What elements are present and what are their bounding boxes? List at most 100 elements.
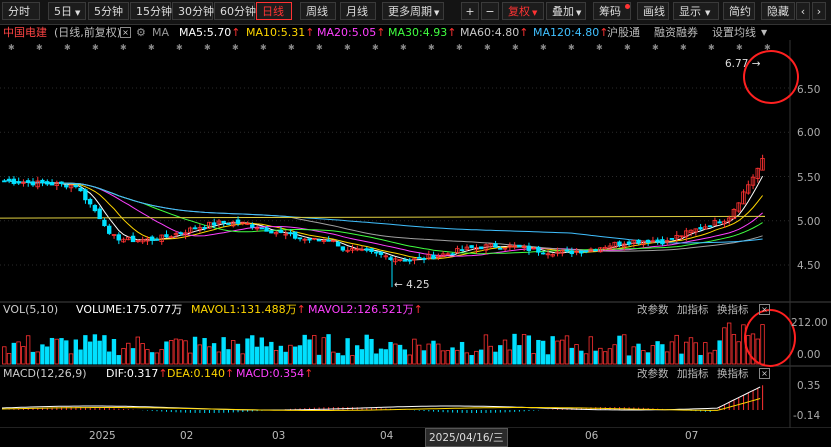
candle-body [178, 232, 183, 235]
fuquan-dropdown[interactable]: 复权 ▼ [502, 2, 544, 20]
macd-switch-indicator[interactable]: 换指标 [717, 367, 749, 381]
volume-bar [359, 349, 365, 365]
time-tick: 03 [272, 430, 286, 442]
volume-bar [412, 338, 417, 365]
volume-bar [111, 339, 117, 365]
candle-body [221, 220, 226, 224]
overlay-dropdown[interactable]: 叠加 ▼ [546, 2, 586, 20]
volume-bar [550, 336, 555, 365]
zoom-out-button[interactable]: − [481, 2, 499, 20]
period-tab-weekly[interactable]: 周线 [300, 2, 336, 20]
close-icon[interactable]: × [120, 27, 131, 38]
candle-body [374, 251, 379, 254]
candle-body [669, 238, 675, 240]
volume-bar [607, 348, 613, 365]
vol-add-indicator[interactable]: 加指标 [677, 303, 709, 317]
hgt-link[interactable]: 沪股通 [607, 25, 640, 41]
volume-bar [612, 344, 617, 365]
settings-gear-icon[interactable]: ⚙ [136, 25, 146, 41]
volume-bar [145, 349, 150, 365]
macd-histogram [1, 385, 764, 413]
volume-bar [517, 345, 522, 365]
volume-bar [316, 354, 322, 365]
event-marker-icon: ✱ [624, 43, 631, 52]
scroll-left-icon[interactable]: ‹ [796, 2, 810, 20]
volume-bar [402, 349, 408, 365]
volume-bar [259, 337, 264, 365]
time-tick: 04 [380, 430, 394, 442]
close-icon[interactable]: × [759, 368, 770, 379]
ma120-value: MA120:4.80↑ [533, 26, 609, 39]
volume-bar [650, 345, 656, 365]
close-icon[interactable]: × [759, 304, 770, 315]
candle-body [450, 253, 455, 256]
ma-info-line: 中国电建 (日线,前复权) × ⚙ MA MA5:5.70↑ MA10:5.31… [0, 25, 831, 41]
volume-bar [493, 351, 498, 365]
candle-body [164, 234, 169, 238]
vol-change-params[interactable]: 改参数 [637, 303, 669, 317]
period-tab-5day[interactable]: 5日 ▼ [48, 2, 86, 20]
period-tab-60min[interactable]: 60分钟 [214, 2, 256, 20]
chevron-down-icon: ▼ [532, 9, 538, 17]
volume-bar [264, 346, 269, 365]
macd-add-indicator[interactable]: 加指标 [677, 367, 709, 381]
volume-bar [393, 343, 398, 365]
period-tab-monthly[interactable]: 月线 [340, 2, 376, 20]
period-label: 5日 [54, 5, 72, 18]
period-tab-more[interactable]: 更多周期 ▼ [382, 2, 444, 20]
period-tab-15min[interactable]: 15分钟 [130, 2, 172, 20]
volume-bar [483, 334, 489, 365]
ma10-value: MA10:5.31↑ [246, 26, 315, 39]
event-marker-icon: ✱ [8, 43, 15, 52]
candle-body [626, 241, 632, 245]
concise-button[interactable]: 简约 [723, 2, 755, 20]
volume-bar [269, 341, 274, 365]
candle-body [83, 189, 88, 201]
macd-axis-tick: 0.35 [797, 380, 821, 392]
candle-body [335, 241, 341, 247]
event-marker-icon: ✱ [344, 43, 351, 52]
volume-bar [703, 342, 708, 365]
chart-area[interactable]: ✱ ✱ ✱ ✱ ✱ ✱ ✱ ✱ ✱ ✱ ✱ ✱ ✱ ✱ ✱ ✱ ✱ ✱ ✱ ✱ ✱ ✱ ✱ ✱ ✱ ✱ ✱ ✱ [0, 40, 831, 444]
volume-bar [2, 346, 7, 365]
price-tick: 4.50 [797, 260, 821, 272]
period-tab-fenshi[interactable]: 分时 [2, 2, 40, 20]
vol-switch-indicator[interactable]: 换指标 [717, 303, 749, 317]
candle-body [707, 225, 713, 228]
volume-bar [278, 345, 284, 365]
period-tab-daily[interactable]: 日线 [256, 2, 292, 20]
candle-body [378, 251, 384, 255]
vol-panel-header: VOL(5,10) VOLUME:175.077万 MAVOL1:131.488… [0, 303, 831, 317]
event-marker-icon: ✱ [596, 43, 603, 52]
scroll-right-icon[interactable]: › [812, 2, 826, 20]
candle-body [149, 236, 155, 241]
candle-body [645, 239, 651, 243]
volume-bar [35, 351, 40, 365]
volume-bar [641, 350, 646, 365]
volume-bar [173, 338, 179, 365]
volume-bar [178, 339, 183, 365]
draw-line-button[interactable]: 画线 [637, 2, 669, 20]
period-tab-5min[interactable]: 5分钟 [88, 2, 129, 20]
rzrq-link[interactable]: 融资融券 [654, 25, 698, 41]
candle-body [593, 249, 598, 252]
macd-change-params[interactable]: 改参数 [637, 367, 669, 381]
display-dropdown[interactable]: 显示 ▼ [673, 2, 719, 20]
set-ma-link[interactable]: 设置均线 [712, 25, 756, 41]
crosshair-date-label: 2025/04/16/三 [425, 428, 508, 447]
candle-body [6, 178, 12, 182]
candle-body [617, 241, 622, 246]
volume-bar [73, 339, 78, 365]
zoom-in-button[interactable]: + [461, 2, 479, 20]
candle-body [16, 181, 21, 184]
volume-bar [645, 352, 651, 365]
volume-bar [536, 339, 541, 365]
candle-body [469, 245, 474, 249]
volume-bar [292, 346, 298, 365]
candle-body [11, 178, 17, 184]
hide-button[interactable]: 隐藏 [761, 2, 795, 20]
ma-line [4, 180, 763, 244]
volume-bar [197, 344, 202, 365]
candle-body [30, 181, 36, 186]
period-tab-30min[interactable]: 30分钟 [172, 2, 214, 20]
